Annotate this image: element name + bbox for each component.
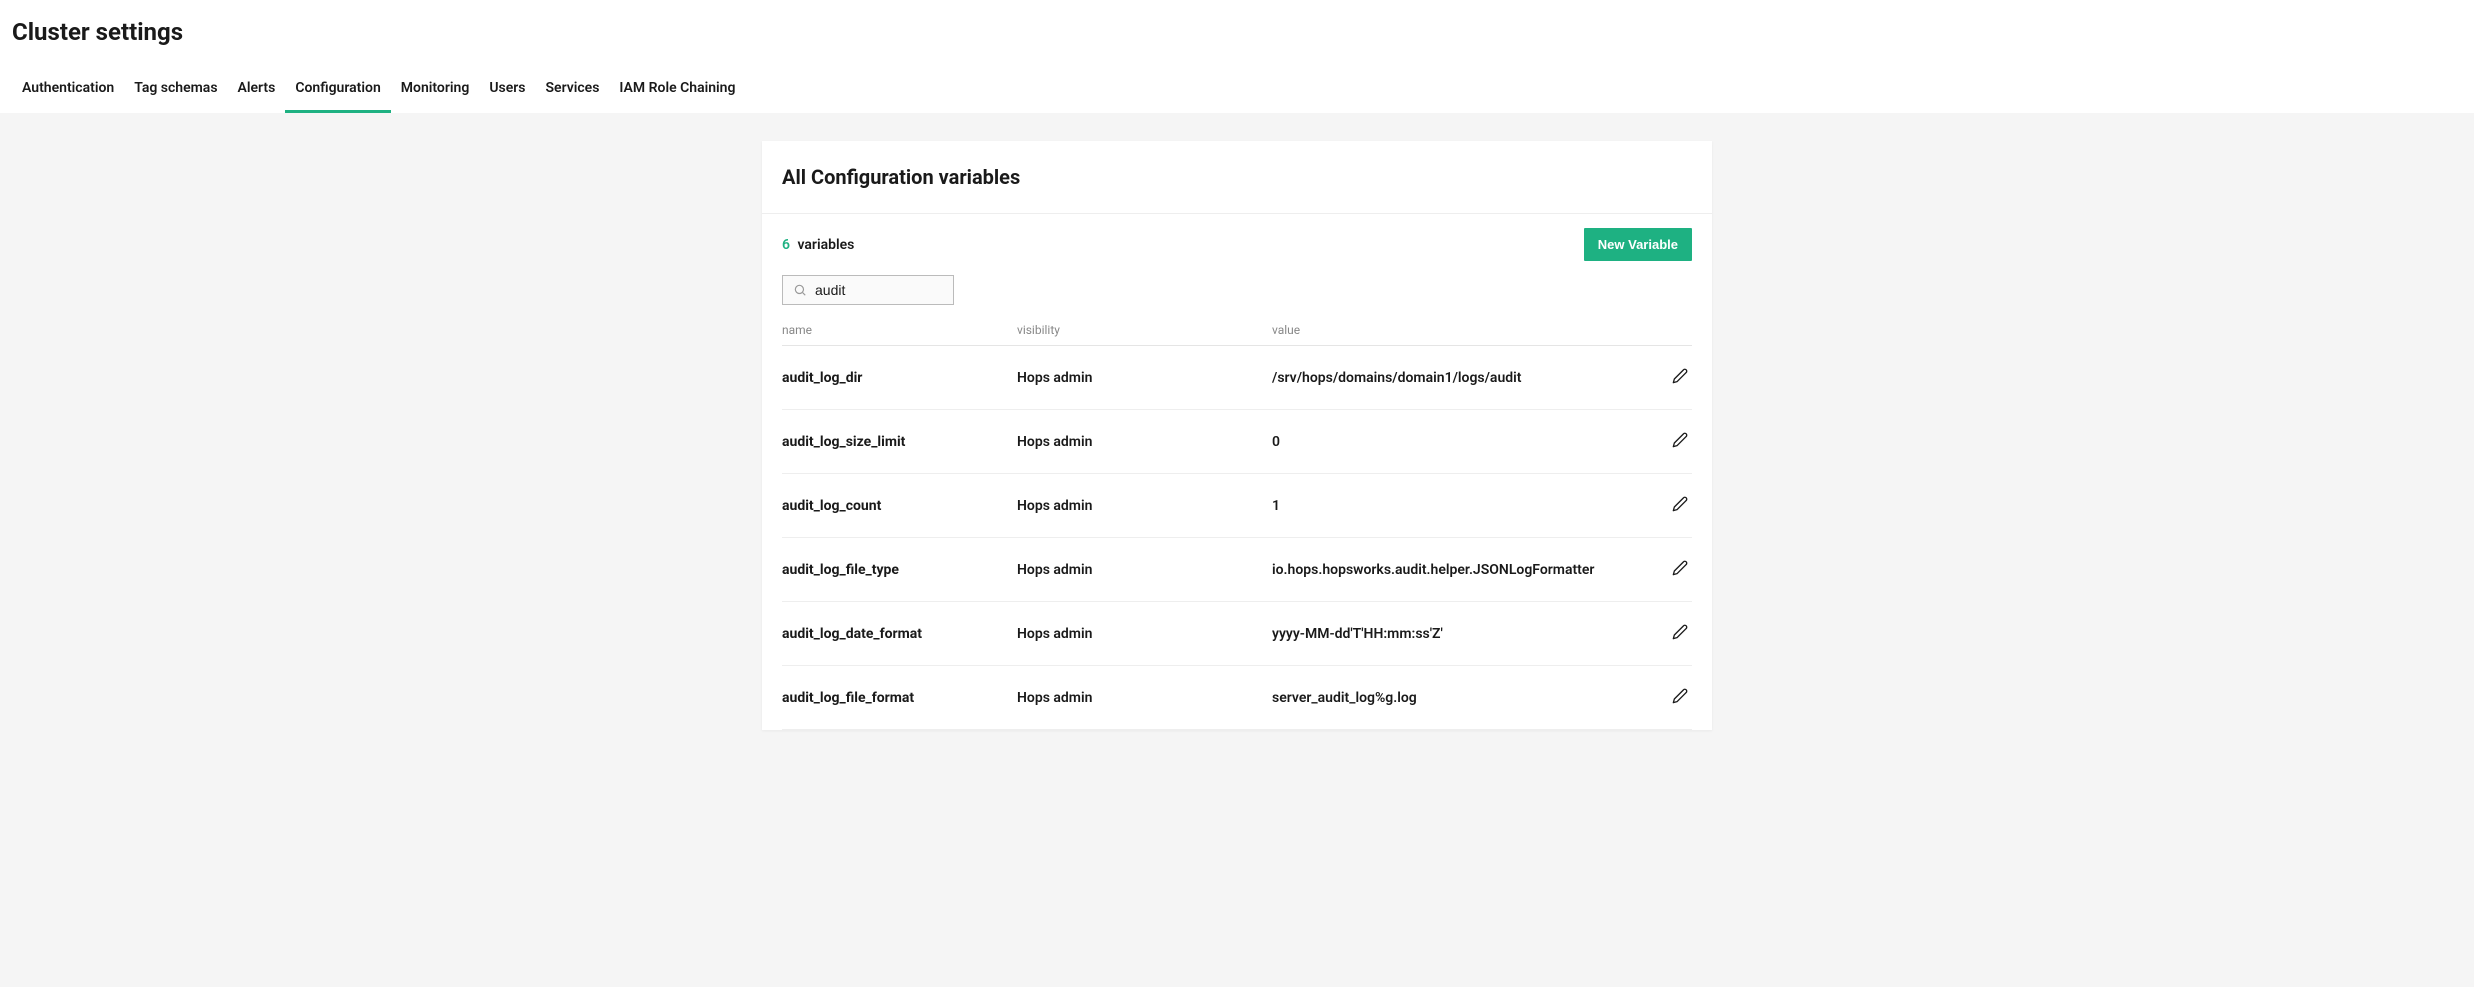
tab-tag-schemas[interactable]: Tag schemas [124, 70, 227, 113]
col-name: name [782, 323, 1017, 337]
cell-visibility: Hops admin [1017, 498, 1272, 514]
cell-name: audit_log_count [782, 498, 1017, 514]
variable-count-label: variables [797, 237, 854, 253]
panel-title: All Configuration variables [782, 165, 1692, 189]
cell-visibility: Hops admin [1017, 370, 1272, 386]
cell-value: server_audit_log%g.log [1272, 690, 1652, 706]
tab-configuration[interactable]: Configuration [285, 70, 390, 113]
cell-visibility: Hops admin [1017, 626, 1272, 642]
col-value: value [1272, 323, 1652, 337]
variable-count-number: 6 [782, 237, 790, 253]
tab-services[interactable]: Services [535, 70, 609, 113]
cell-visibility: Hops admin [1017, 690, 1272, 706]
edit-button[interactable] [1668, 556, 1692, 583]
cell-name: audit_log_date_format [782, 626, 1017, 642]
search-box[interactable] [782, 275, 954, 305]
cell-name: audit_log_dir [782, 370, 1017, 386]
variable-count: 6 variables [782, 237, 854, 253]
tab-authentication[interactable]: Authentication [12, 70, 124, 113]
cell-visibility: Hops admin [1017, 434, 1272, 450]
tab-iam-role-chaining[interactable]: IAM Role Chaining [609, 70, 745, 113]
pencil-icon [1672, 372, 1688, 387]
pencil-icon [1672, 500, 1688, 515]
edit-button[interactable] [1668, 364, 1692, 391]
table-row: audit_log_dirHops admin/srv/hops/domains… [782, 346, 1692, 410]
pencil-icon [1672, 564, 1688, 579]
table-row: audit_log_file_typeHops adminio.hops.hop… [782, 538, 1692, 602]
edit-button[interactable] [1668, 620, 1692, 647]
cell-value: 0 [1272, 434, 1652, 450]
tab-users[interactable]: Users [479, 70, 535, 113]
tab-monitoring[interactable]: Monitoring [391, 70, 480, 113]
table-row: audit_log_file_formatHops adminserver_au… [782, 666, 1692, 730]
new-variable-button[interactable]: New Variable [1584, 228, 1692, 261]
cell-name: audit_log_file_type [782, 562, 1017, 578]
table-row: audit_log_size_limitHops admin0 [782, 410, 1692, 474]
cell-value: /srv/hops/domains/domain1/logs/audit [1272, 370, 1652, 386]
cell-visibility: Hops admin [1017, 562, 1272, 578]
config-panel: All Configuration variables 6 variables … [762, 141, 1712, 730]
edit-button[interactable] [1668, 684, 1692, 711]
pencil-icon [1672, 692, 1688, 707]
col-visibility: visibility [1017, 323, 1272, 337]
edit-button[interactable] [1668, 492, 1692, 519]
cell-name: audit_log_size_limit [782, 434, 1017, 450]
pencil-icon [1672, 436, 1688, 451]
table-row: audit_log_date_formatHops adminyyyy-MM-d… [782, 602, 1692, 666]
tab-alerts[interactable]: Alerts [228, 70, 286, 113]
cell-value: yyyy-MM-dd'T'HH:mm:ss'Z' [1272, 626, 1652, 642]
search-input[interactable] [815, 282, 943, 298]
page-title: Cluster settings [12, 18, 2462, 46]
cell-value: io.hops.hopsworks.audit.helper.JSONLogFo… [1272, 562, 1652, 578]
pencil-icon [1672, 628, 1688, 643]
table-header: name visibility value [782, 315, 1692, 346]
table-row: audit_log_countHops admin1 [782, 474, 1692, 538]
cell-value: 1 [1272, 498, 1652, 514]
edit-button[interactable] [1668, 428, 1692, 455]
cell-name: audit_log_file_format [782, 690, 1017, 706]
search-icon [793, 283, 807, 297]
tabs-nav: AuthenticationTag schemasAlertsConfigura… [12, 70, 2462, 113]
